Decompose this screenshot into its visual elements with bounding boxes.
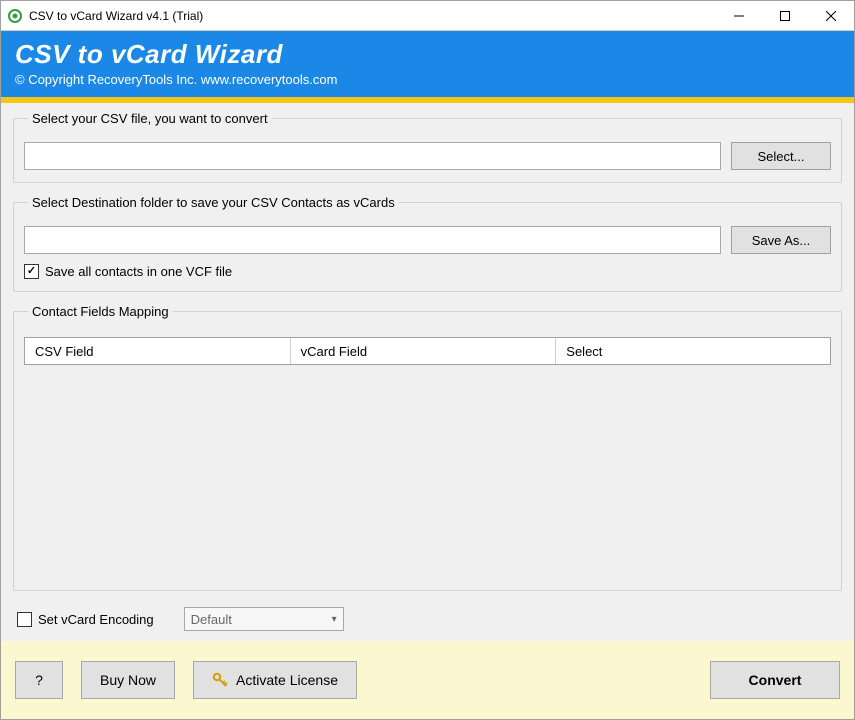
encoding-row: Set vCard Encoding Default ▾ [17, 607, 838, 631]
app-icon [7, 8, 23, 24]
save-all-one-file-label: Save all contacts in one VCF file [45, 264, 232, 279]
encoding-selected-value: Default [191, 612, 232, 627]
dest-path-input[interactable] [24, 226, 721, 254]
col-vcard-field[interactable]: vCard Field [291, 338, 557, 364]
maximize-icon [780, 11, 790, 21]
window-title: CSV to vCard Wizard v4.1 (Trial) [29, 9, 203, 23]
mapping-header-row: CSV Field vCard Field Select [25, 338, 830, 364]
dest-legend: Select Destination folder to save your C… [28, 195, 399, 210]
mapping-legend: Contact Fields Mapping [28, 304, 173, 319]
app-header: CSV to vCard Wizard © Copyright Recovery… [1, 31, 854, 97]
mapping-table: CSV Field vCard Field Select [24, 337, 831, 365]
source-group: Select your CSV file, you want to conver… [13, 111, 842, 183]
footer: ? Buy Now Activate License Convert [1, 641, 854, 719]
main-content: Select your CSV file, you want to conver… [1, 103, 854, 641]
save-all-one-file-checkbox[interactable] [24, 264, 39, 279]
buy-now-button[interactable]: Buy Now [81, 661, 175, 699]
minimize-button[interactable] [716, 1, 762, 31]
col-select[interactable]: Select [556, 338, 830, 364]
app-title: CSV to vCard Wizard [15, 39, 840, 70]
activate-license-label: Activate License [236, 672, 338, 688]
maximize-button[interactable] [762, 1, 808, 31]
col-csv-field[interactable]: CSV Field [25, 338, 291, 364]
app-subtitle: © Copyright RecoveryTools Inc. www.recov… [15, 72, 840, 87]
convert-button[interactable]: Convert [710, 661, 840, 699]
set-encoding-label: Set vCard Encoding [38, 612, 154, 627]
source-legend: Select your CSV file, you want to conver… [28, 111, 272, 126]
set-encoding-checkbox[interactable] [17, 612, 32, 627]
encoding-select[interactable]: Default ▾ [184, 607, 344, 631]
dest-group: Select Destination folder to save your C… [13, 195, 842, 292]
source-path-input[interactable] [24, 142, 721, 170]
close-button[interactable] [808, 1, 854, 31]
minimize-icon [734, 11, 744, 21]
mapping-group: Contact Fields Mapping CSV Field vCard F… [13, 304, 842, 591]
close-icon [826, 11, 836, 21]
activate-license-button[interactable]: Activate License [193, 661, 357, 699]
select-source-button[interactable]: Select... [731, 142, 831, 170]
key-icon [212, 672, 228, 688]
titlebar: CSV to vCard Wizard v4.1 (Trial) [1, 1, 854, 31]
help-button[interactable]: ? [15, 661, 63, 699]
save-as-button[interactable]: Save As... [731, 226, 831, 254]
chevron-down-icon: ▾ [332, 614, 337, 625]
